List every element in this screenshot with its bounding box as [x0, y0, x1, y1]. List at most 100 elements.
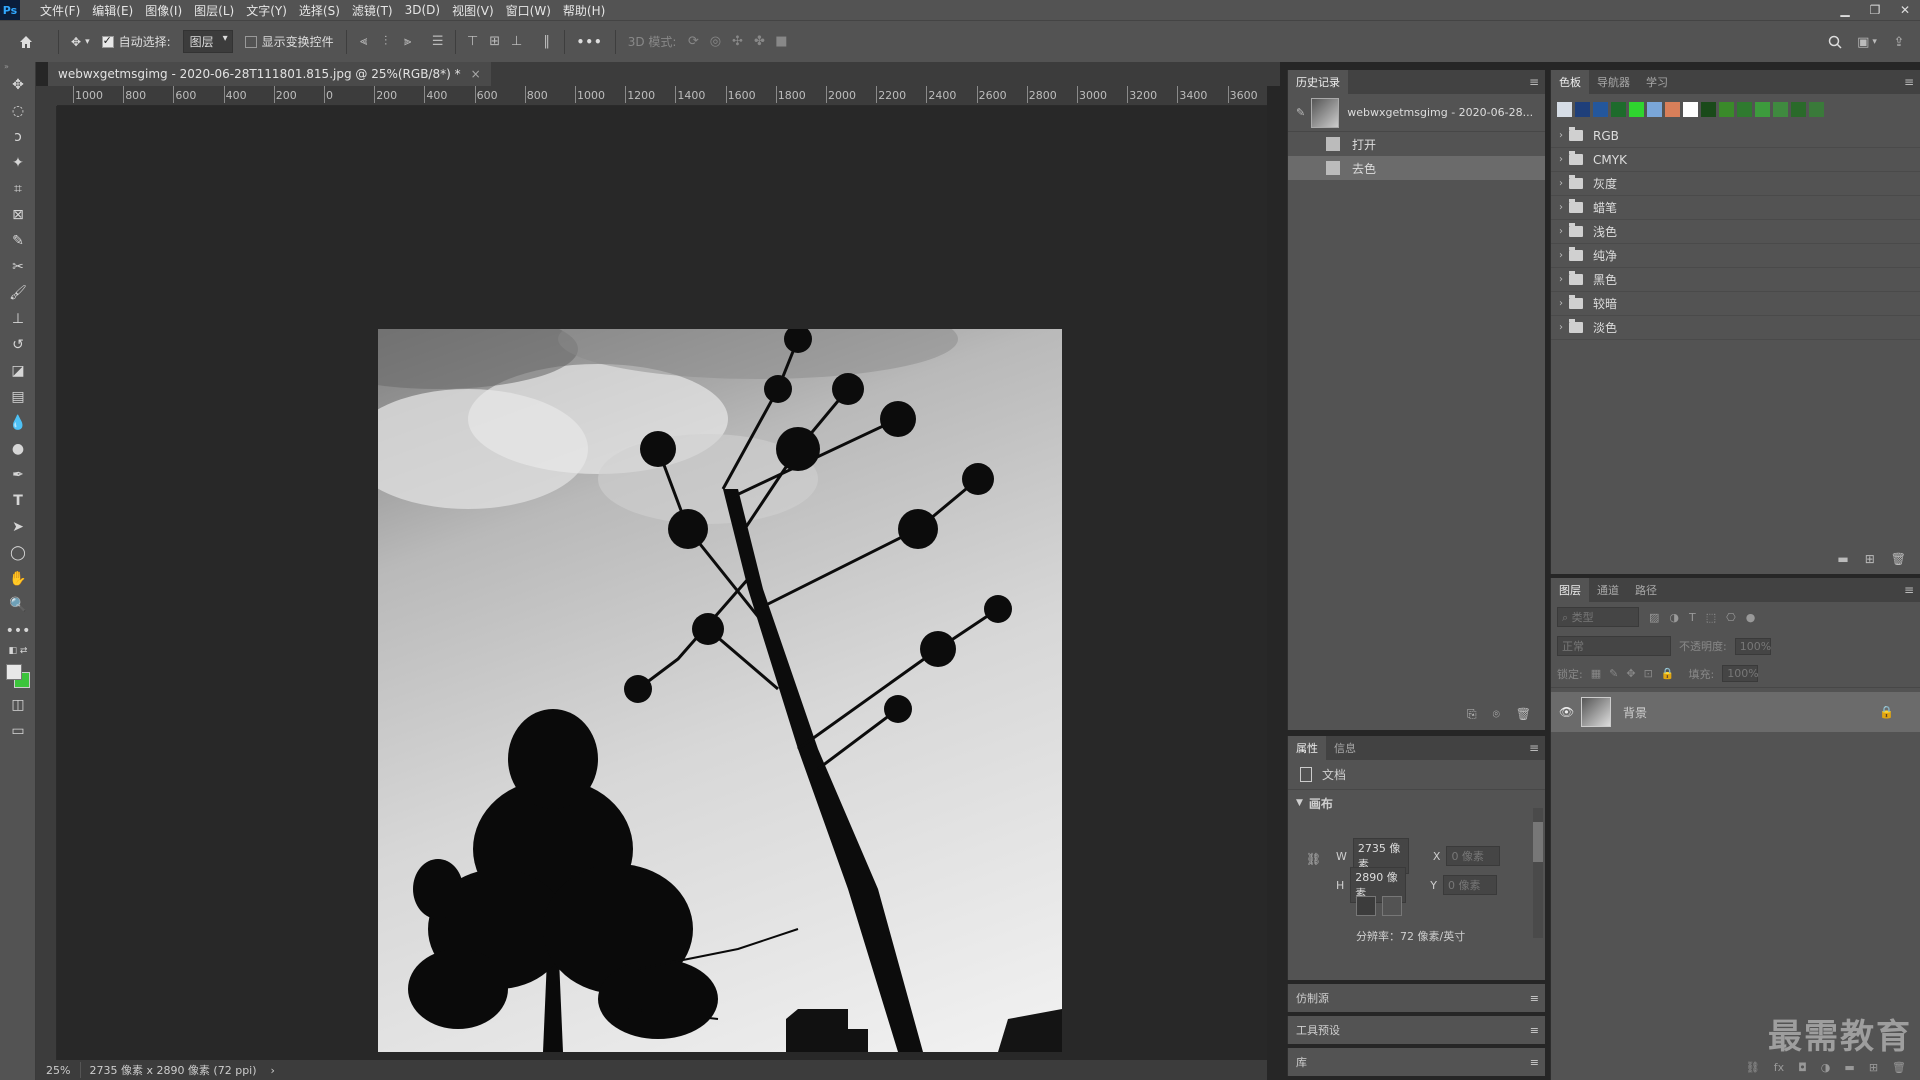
history-brush-tool-icon[interactable]: ↺: [0, 332, 36, 358]
align-right-icon[interactable]: ⫸: [397, 31, 419, 53]
screen-mode-icon[interactable]: ▭: [0, 718, 36, 744]
crop-tool-icon[interactable]: ⌗: [0, 176, 36, 202]
tab-navigator[interactable]: 导航器: [1589, 70, 1638, 94]
tab-properties[interactable]: 属性: [1288, 736, 1326, 760]
menu-help[interactable]: 帮助(H): [557, 2, 611, 19]
new-group-icon[interactable]: ▬: [1844, 1061, 1854, 1074]
link-layers-icon[interactable]: ⛓: [1746, 1061, 1760, 1074]
pen-tool-icon[interactable]: ✒: [0, 462, 36, 488]
more-options-button[interactable]: •••: [571, 21, 609, 63]
new-document-from-state-icon[interactable]: ⎘: [1467, 707, 1477, 722]
filter-pixel-icon[interactable]: ▨: [1649, 611, 1659, 624]
lock-position-icon[interactable]: ✥: [1626, 667, 1635, 680]
color-swatch[interactable]: [1557, 101, 1572, 117]
align-center-icon[interactable]: ⫶: [375, 31, 397, 53]
eyedropper-tool-icon[interactable]: ✎: [0, 228, 36, 254]
swap-colors-icon[interactable]: ◧ ⇄: [0, 644, 36, 658]
workspace-icon[interactable]: ▣ ▾: [1856, 31, 1878, 53]
y-input[interactable]: 0 像素: [1443, 875, 1498, 895]
magic-wand-tool-icon[interactable]: ✦: [0, 150, 36, 176]
move-tool-preset-icon[interactable]: ✥ ▾: [65, 21, 96, 63]
horizontal-ruler[interactable]: 1000 800 600 400 200 0 200 400 600 800 1000 1200 140…: [57, 86, 1267, 106]
home-icon[interactable]: [0, 21, 52, 63]
lock-transparent-icon[interactable]: ▦: [1591, 667, 1601, 680]
lock-all-icon[interactable]: 🔒: [1661, 667, 1675, 680]
color-swatches[interactable]: [0, 658, 36, 692]
roll-3d-icon[interactable]: ◎: [704, 31, 726, 53]
menu-layer[interactable]: 图层(L): [188, 2, 240, 19]
color-swatch[interactable]: [1629, 101, 1644, 117]
dodge-tool-icon[interactable]: ●: [0, 436, 36, 462]
eye-icon[interactable]: 👁: [1559, 705, 1581, 719]
slide-3d-icon[interactable]: ✤: [748, 31, 770, 53]
layer-filter-input[interactable]: ⌕ 类型: [1557, 607, 1639, 627]
lock-artboard-icon[interactable]: ⊡: [1644, 667, 1653, 680]
panel-menu-icon[interactable]: ≡: [1529, 741, 1539, 755]
canvas-area[interactable]: [57, 106, 1267, 1060]
close-icon[interactable]: ✕: [1890, 0, 1920, 20]
close-tab-icon[interactable]: ×: [471, 67, 481, 81]
adjustment-layer-icon[interactable]: ◑: [1821, 1061, 1831, 1074]
fx-icon[interactable]: fx: [1774, 1061, 1784, 1074]
brush-tool-icon[interactable]: 🖌: [0, 280, 36, 306]
minimize-icon[interactable]: ▁: [1830, 0, 1860, 20]
document-image[interactable]: [378, 329, 1062, 1052]
menu-type[interactable]: 文字(Y): [240, 2, 293, 19]
color-swatch[interactable]: [1647, 101, 1662, 117]
camera-icon[interactable]: ⌾: [1493, 707, 1500, 722]
menu-filter[interactable]: 滤镜(T): [346, 2, 399, 19]
panel-menu-icon[interactable]: ≡: [1530, 992, 1539, 1005]
add-mask-icon[interactable]: ◘: [1798, 1061, 1807, 1074]
portrait-orientation-icon[interactable]: [1356, 896, 1376, 916]
color-swatch[interactable]: [1611, 101, 1626, 117]
ellipse-tool-icon[interactable]: ◯: [0, 540, 36, 566]
color-swatch[interactable]: [1737, 101, 1752, 117]
distribute-horizontal-icon[interactable]: ‖: [536, 31, 558, 53]
healing-brush-tool-icon[interactable]: ✂: [0, 254, 36, 280]
lock-pixels-icon[interactable]: ✎: [1609, 667, 1618, 680]
foreground-color-swatch[interactable]: [6, 664, 22, 680]
panel-menu-icon[interactable]: ≡: [1904, 583, 1914, 597]
filter-toggle-icon[interactable]: ●: [1746, 611, 1756, 624]
quick-mask-icon[interactable]: ◫: [0, 692, 36, 718]
tab-learn[interactable]: 学习: [1638, 70, 1676, 94]
link-icon[interactable]: ⛓: [1306, 852, 1321, 866]
panel-menu-icon[interactable]: ≡: [1529, 75, 1539, 89]
marquee-tool-icon[interactable]: ◌: [0, 98, 36, 124]
swatch-group[interactable]: › 黑色: [1551, 268, 1920, 292]
tab-history[interactable]: 历史记录: [1288, 70, 1348, 94]
history-brush-source-icon[interactable]: ✎: [1296, 106, 1305, 119]
move-tool-icon[interactable]: ✥: [0, 72, 36, 98]
restore-icon[interactable]: ❐: [1860, 0, 1890, 20]
canvas-section-header[interactable]: ▼ 画布: [1288, 790, 1545, 816]
status-menu-arrow[interactable]: ›: [265, 1064, 281, 1077]
distribute-vertical-icon[interactable]: ☰: [427, 31, 449, 53]
clone-source-panel[interactable]: 仿制源 ≡: [1287, 984, 1545, 1012]
share-icon[interactable]: ⇪: [1888, 31, 1910, 53]
history-item-active[interactable]: 去色: [1288, 156, 1545, 180]
menu-file[interactable]: 文件(F): [34, 2, 86, 19]
swatch-group[interactable]: › 浅色: [1551, 220, 1920, 244]
tab-paths[interactable]: 路径: [1627, 578, 1665, 602]
new-layer-icon[interactable]: ⊞: [1869, 1061, 1878, 1074]
layer-row[interactable]: 👁 背景 🔒: [1551, 692, 1920, 732]
color-swatch[interactable]: [1683, 101, 1698, 117]
filter-shape-icon[interactable]: ⬚: [1706, 611, 1716, 624]
search-icon[interactable]: [1824, 31, 1846, 53]
swatch-group[interactable]: › RGB: [1551, 124, 1920, 148]
zoom-level[interactable]: 25%: [36, 1064, 80, 1077]
trash-icon[interactable]: 🗑: [1516, 707, 1531, 722]
align-top-icon[interactable]: ⊤: [462, 31, 484, 53]
new-group-icon[interactable]: ▬: [1837, 552, 1848, 566]
type-tool-icon[interactable]: T: [0, 488, 36, 514]
vertical-ruler[interactable]: [36, 106, 57, 1060]
orbit-3d-icon[interactable]: ⟳: [682, 31, 704, 53]
swatch-group[interactable]: › 淡色: [1551, 316, 1920, 340]
clone-stamp-tool-icon[interactable]: ⊥: [0, 306, 36, 332]
auto-select-checkbox[interactable]: 自动选择:: [96, 21, 177, 63]
menu-3d[interactable]: 3D(D): [399, 3, 446, 17]
collapse-toolbar-icon[interactable]: »: [0, 62, 35, 72]
align-middle-icon[interactable]: ⊞: [484, 31, 506, 53]
tool-presets-panel[interactable]: 工具预设 ≡: [1287, 1016, 1545, 1044]
color-swatch[interactable]: [1575, 101, 1590, 117]
